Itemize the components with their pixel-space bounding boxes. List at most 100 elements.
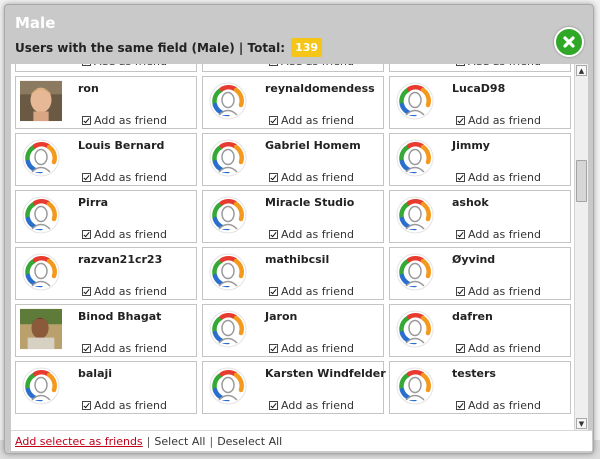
add-as-friend-checkbox[interactable]: Add as friend (269, 64, 354, 68)
add-as-friend-checkbox[interactable]: Add as friend (456, 342, 541, 355)
add-selected-link[interactable]: Add selectec as friends (15, 435, 143, 448)
default-avatar-icon[interactable] (394, 194, 436, 236)
default-avatar-icon[interactable] (394, 251, 436, 293)
add-as-friend-checkbox[interactable]: Add as friend (456, 114, 541, 127)
add-as-friend-label: Add as friend (281, 399, 354, 412)
checkbox-checked-icon[interactable] (456, 116, 465, 125)
username[interactable]: dafren (452, 310, 493, 323)
scrollbar[interactable]: ▲ ▼ (574, 64, 588, 430)
default-avatar-icon[interactable] (207, 194, 249, 236)
add-as-friend-label: Add as friend (468, 64, 541, 68)
add-as-friend-label: Add as friend (468, 114, 541, 127)
add-as-friend-checkbox[interactable]: Add as friend (269, 228, 354, 241)
checkbox-checked-icon[interactable] (456, 344, 465, 353)
add-as-friend-checkbox[interactable]: Add as friend (82, 399, 167, 412)
add-as-friend-label: Add as friend (468, 285, 541, 298)
default-avatar-icon[interactable] (394, 308, 436, 350)
default-avatar-icon[interactable] (207, 251, 249, 293)
scroll-down-arrow[interactable]: ▼ (576, 418, 587, 429)
username[interactable]: Binod Bhagat (78, 310, 161, 323)
username[interactable]: Karsten Windfelder (265, 367, 386, 380)
deselect-all-link[interactable]: Deselect All (217, 435, 282, 448)
checkbox-checked-icon[interactable] (456, 401, 465, 410)
checkbox-checked-icon[interactable] (82, 173, 91, 182)
add-as-friend-checkbox[interactable]: Add as friend (269, 285, 354, 298)
add-as-friend-checkbox[interactable]: Add as friend (82, 228, 167, 241)
user-card: Karsten Windfelder Add as friend (202, 361, 386, 414)
close-button[interactable] (554, 27, 584, 57)
checkbox-checked-icon[interactable] (269, 64, 278, 66)
default-avatar-icon[interactable] (207, 308, 249, 350)
add-as-friend-checkbox[interactable]: Add as friend (456, 399, 541, 412)
add-as-friend-checkbox[interactable]: Add as friend (456, 285, 541, 298)
default-avatar-icon[interactable] (207, 137, 249, 179)
add-as-friend-label: Add as friend (468, 228, 541, 241)
user-card: Gabriel Homem Add as friend (202, 133, 384, 186)
avatar[interactable] (20, 308, 62, 350)
checkbox-checked-icon[interactable] (269, 230, 278, 239)
add-as-friend-checkbox[interactable]: Add as friend (82, 64, 167, 68)
default-avatar-icon[interactable] (394, 365, 436, 407)
username[interactable]: Jaron (265, 310, 297, 323)
checkbox-checked-icon[interactable] (82, 64, 91, 66)
username[interactable]: razvan21cr23 (78, 253, 162, 266)
checkbox-checked-icon[interactable] (269, 401, 278, 410)
add-as-friend-checkbox[interactable]: Add as friend (269, 114, 354, 127)
subtitle-text: Users with the same field (Male) | Total… (15, 40, 286, 55)
username[interactable]: Øyvind (452, 253, 495, 266)
default-avatar-icon[interactable] (207, 365, 249, 407)
checkbox-checked-icon[interactable] (82, 344, 91, 353)
username[interactable]: Jimmy (452, 139, 490, 152)
checkbox-checked-icon[interactable] (82, 287, 91, 296)
add-as-friend-checkbox[interactable]: Add as friend (82, 342, 167, 355)
username[interactable]: reynaldomendess (265, 82, 375, 95)
user-card: Binod Bhagat Add as friend (15, 304, 197, 357)
default-avatar-icon[interactable] (207, 80, 249, 122)
username[interactable]: Gabriel Homem (265, 139, 361, 152)
checkbox-checked-icon[interactable] (269, 116, 278, 125)
username[interactable]: Miracle Studio (265, 196, 354, 209)
username[interactable]: ron (78, 82, 99, 95)
default-avatar-icon[interactable] (20, 194, 62, 236)
username[interactable]: testers (452, 367, 496, 380)
checkbox-checked-icon[interactable] (82, 116, 91, 125)
checkbox-checked-icon[interactable] (456, 64, 465, 66)
checkbox-checked-icon[interactable] (82, 230, 91, 239)
username[interactable]: ashok (452, 196, 489, 209)
checkbox-checked-icon[interactable] (456, 173, 465, 182)
add-as-friend-label: Add as friend (281, 114, 354, 127)
user-card: Øyvind Add as friend (389, 247, 571, 300)
user-card: Louis Bernard Add as friend (15, 133, 197, 186)
add-as-friend-checkbox[interactable]: Add as friend (456, 64, 541, 68)
checkbox-checked-icon[interactable] (82, 401, 91, 410)
avatar[interactable] (20, 80, 62, 122)
add-as-friend-checkbox[interactable]: Add as friend (456, 228, 541, 241)
add-as-friend-checkbox[interactable]: Add as friend (269, 399, 354, 412)
username[interactable]: mathibcsil (265, 253, 329, 266)
username[interactable]: Pirra (78, 196, 108, 209)
add-as-friend-checkbox[interactable]: Add as friend (82, 285, 167, 298)
default-avatar-icon[interactable] (394, 137, 436, 179)
scroll-thumb[interactable] (576, 160, 587, 202)
add-as-friend-checkbox[interactable]: Add as friend (269, 342, 354, 355)
footer-separator: | (209, 434, 214, 448)
checkbox-checked-icon[interactable] (269, 287, 278, 296)
add-as-friend-checkbox[interactable]: Add as friend (82, 171, 167, 184)
username[interactable]: Louis Bernard (78, 139, 164, 152)
checkbox-checked-icon[interactable] (269, 344, 278, 353)
default-avatar-icon[interactable] (20, 137, 62, 179)
select-all-link[interactable]: Select All (154, 435, 205, 448)
default-avatar-icon[interactable] (20, 251, 62, 293)
add-as-friend-checkbox[interactable]: Add as friend (269, 171, 354, 184)
default-avatar-icon[interactable] (20, 365, 62, 407)
username[interactable]: balaji (78, 367, 112, 380)
add-as-friend-checkbox[interactable]: Add as friend (82, 114, 167, 127)
username[interactable]: LucaD98 (452, 82, 505, 95)
checkbox-checked-icon[interactable] (456, 287, 465, 296)
default-avatar-icon[interactable] (394, 80, 436, 122)
checkbox-checked-icon[interactable] (456, 230, 465, 239)
checkbox-checked-icon[interactable] (269, 173, 278, 182)
user-card: testers Add as friend (389, 361, 571, 414)
scroll-up-arrow[interactable]: ▲ (576, 65, 587, 76)
add-as-friend-checkbox[interactable]: Add as friend (456, 171, 541, 184)
